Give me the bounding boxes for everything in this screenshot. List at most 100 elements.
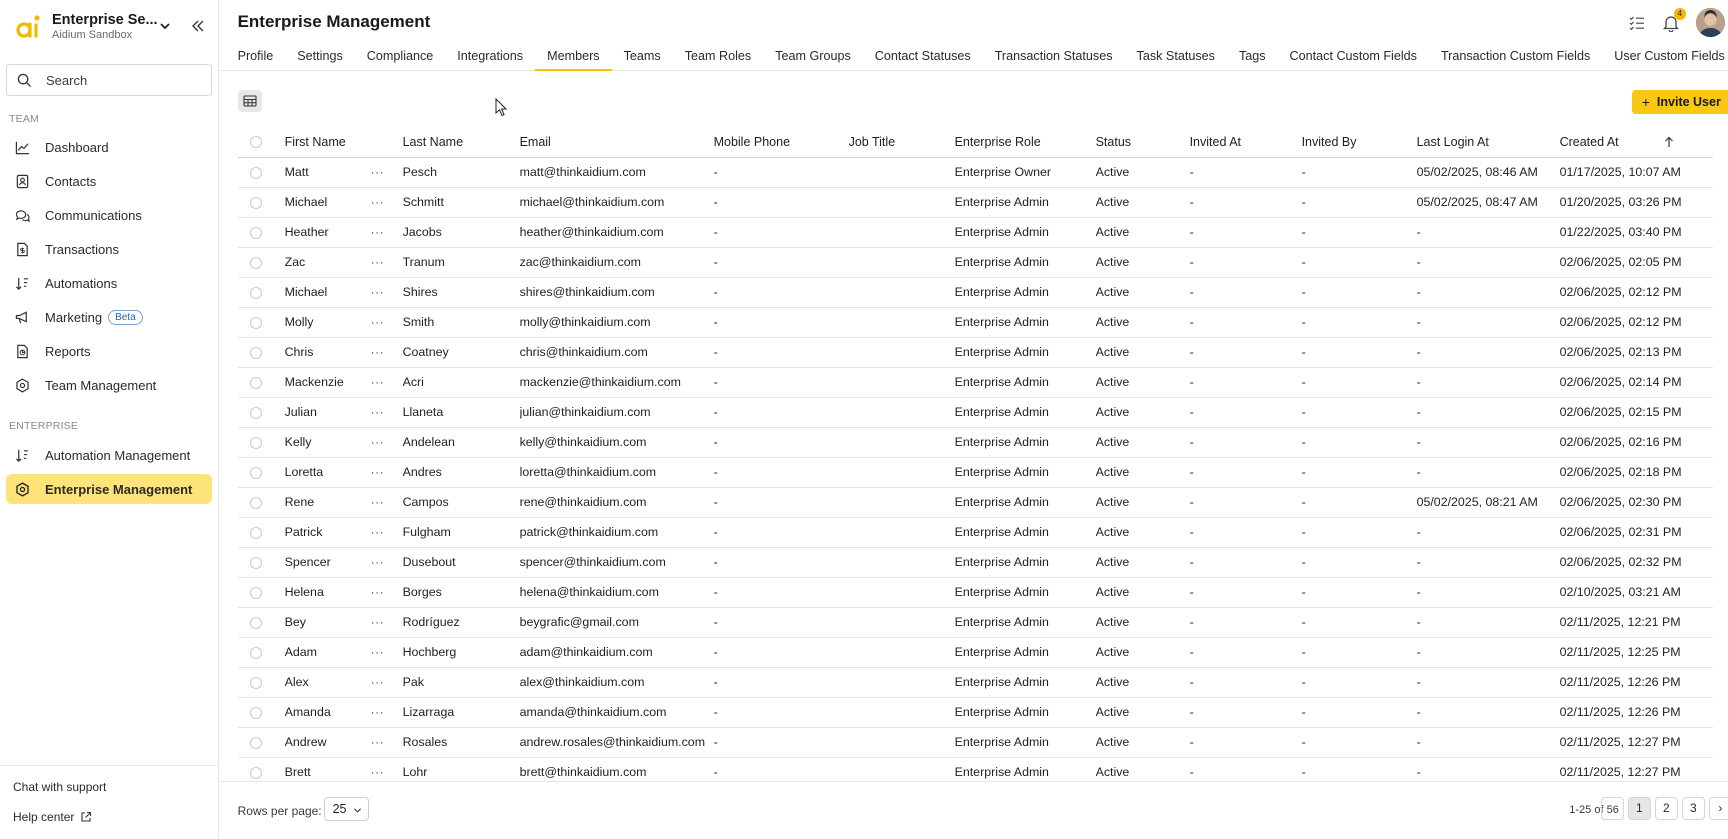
tab-team-roles[interactable]: Team Roles (685, 43, 752, 71)
row-menu-button[interactable]: ··· (370, 757, 403, 781)
row-checkbox[interactable] (249, 736, 262, 749)
row-checkbox[interactable] (249, 616, 262, 629)
tab-contact-statuses[interactable]: Contact Statuses (875, 43, 971, 71)
page-button-1[interactable]: 1 (1627, 797, 1651, 820)
column-header-created-at[interactable]: Created At (1559, 127, 1713, 158)
user-avatar[interactable] (1695, 8, 1725, 37)
tab-task-statuses[interactable]: Task Statuses (1137, 43, 1215, 71)
row-menu-button[interactable]: ··· (370, 307, 403, 338)
row-menu-button[interactable]: ··· (370, 157, 403, 188)
row-menu-button[interactable]: ··· (370, 457, 403, 488)
row-menu-button[interactable]: ··· (370, 637, 403, 668)
tab-transaction-statuses[interactable]: Transaction Statuses (995, 43, 1113, 71)
row-checkbox[interactable] (249, 706, 262, 719)
page-button-2[interactable]: 2 (1654, 797, 1678, 820)
table-row[interactable]: Bey ··· Rodríguez beygrafic@gmail.com - Enter… (237, 607, 1713, 638)
column-header[interactable]: Status (1095, 127, 1190, 158)
select-all-checkbox[interactable] (249, 136, 262, 149)
row-checkbox[interactable] (249, 406, 262, 419)
tab-team-groups[interactable]: Team Groups (775, 43, 851, 71)
table-row[interactable]: Michael ··· Shires shires@thinkaidium.com - E… (237, 277, 1713, 308)
table-row[interactable]: Matt ··· Pesch matt@thinkaidium.com - Enterpr… (237, 157, 1713, 188)
row-menu-button[interactable]: ··· (370, 727, 403, 758)
table-row[interactable]: Mackenzie ··· Acri mackenzie@thinkaidium.co… (237, 367, 1713, 398)
sidebar-item-communications[interactable]: Communications (6, 200, 212, 230)
column-header[interactable]: Invited At (1189, 127, 1302, 158)
table-row[interactable]: Kelly ··· Andelean kelly@thinkaidium.com - En… (237, 427, 1713, 458)
tab-contact-custom-fields[interactable]: Contact Custom Fields (1290, 43, 1417, 71)
search-input[interactable]: Search (6, 64, 212, 96)
sidebar-item-transactions[interactable]: Transactions (6, 234, 212, 264)
column-header[interactable]: Last Name (402, 127, 520, 158)
chevron-down-icon[interactable] (158, 19, 172, 33)
table-row[interactable]: Loretta ··· Andres loretta@thinkaidium.com -… (237, 457, 1713, 488)
row-menu-button[interactable]: ··· (370, 427, 403, 458)
chat-with-support-link[interactable]: Chat with support (0, 772, 218, 802)
tab-user-custom-fields[interactable]: User Custom Fields (1614, 43, 1725, 71)
tab-profile[interactable]: Profile (238, 43, 274, 71)
column-header[interactable]: Job Title (848, 127, 955, 158)
row-menu-button[interactable]: ··· (370, 577, 403, 608)
column-header[interactable]: Email (519, 127, 714, 158)
table-row[interactable]: Brett ··· Lohr brett@thinkaidium.com - Enterp… (237, 757, 1713, 781)
row-menu-button[interactable]: ··· (370, 667, 403, 698)
table-row[interactable]: Rene ··· Campos rene@thinkaidium.com - Enterp… (237, 487, 1713, 518)
sort-ascending-icon[interactable] (1663, 136, 1675, 148)
row-checkbox[interactable] (249, 526, 262, 539)
sidebar-item-reports[interactable]: Reports (6, 336, 212, 366)
row-menu-button[interactable]: ··· (370, 697, 403, 728)
column-settings-button[interactable] (237, 90, 262, 112)
row-checkbox[interactable] (249, 496, 262, 509)
row-checkbox[interactable] (249, 256, 262, 269)
next-page-button[interactable]: › (1708, 797, 1728, 820)
tab-transaction-custom-fields[interactable]: Transaction Custom Fields (1441, 43, 1590, 71)
table-row[interactable]: Andrew ··· Rosales andrew.rosales@thinkaidi… (237, 727, 1713, 758)
row-menu-button[interactable]: ··· (370, 187, 403, 218)
column-header[interactable]: First Name (284, 127, 371, 158)
sidebar-item-marketing[interactable]: Marketing Beta (6, 302, 212, 332)
table-row[interactable]: Helena ··· Borges helena@thinkaidium.com - En… (237, 577, 1713, 608)
table-row[interactable]: Alex ··· Pak alex@thinkaidium.com - Enterpris… (237, 667, 1713, 698)
page-button-3[interactable]: 3 (1681, 797, 1705, 820)
row-checkbox[interactable] (249, 646, 262, 659)
sidebar-item-automations[interactable]: Automations (6, 268, 212, 298)
row-menu-button[interactable]: ··· (370, 367, 403, 398)
row-menu-button[interactable]: ··· (370, 397, 403, 428)
workspace-switcher[interactable]: Enterprise Se... Aidium Sandbox (0, 0, 218, 52)
row-menu-button[interactable]: ··· (370, 337, 403, 368)
tab-compliance[interactable]: Compliance (367, 43, 434, 71)
table-row[interactable]: Julian ··· Llaneta julian@thinkaidium.com - E… (237, 397, 1713, 428)
row-checkbox[interactable] (249, 376, 262, 389)
row-checkbox[interactable] (249, 676, 262, 689)
table-row[interactable]: Chris ··· Coatney chris@thinkaidium.com - Ent… (237, 337, 1713, 368)
table-row[interactable]: Amanda ··· Lizarraga amanda@thinkaidium.com… (237, 697, 1713, 728)
table-row[interactable]: Heather ··· Jacobs heather@thinkaidium.com -… (237, 217, 1713, 248)
invite-user-button[interactable]: + Invite User (1631, 90, 1728, 114)
table-row[interactable]: Michael ··· Schmitt michael@thinkaidium.com… (237, 187, 1713, 218)
tab-members[interactable]: Members (535, 43, 612, 71)
sidebar-item-team-management[interactable]: Team Management (6, 370, 212, 400)
row-checkbox[interactable] (249, 586, 262, 599)
row-checkbox[interactable] (249, 286, 262, 299)
column-header[interactable]: Enterprise Role (954, 127, 1096, 158)
row-menu-button[interactable]: ··· (370, 487, 403, 518)
table-row[interactable]: Spencer ··· Dusebout spencer@thinkaidium.co… (237, 547, 1713, 578)
table-row[interactable]: Patrick ··· Fulgham patrick@thinkaidium.com… (237, 517, 1713, 548)
row-menu-button[interactable]: ··· (370, 547, 403, 578)
tab-teams[interactable]: Teams (624, 43, 661, 71)
table-row[interactable]: Adam ··· Hochberg adam@thinkaidium.com - Ente… (237, 637, 1713, 668)
sidebar-item-dashboard[interactable]: Dashboard (6, 132, 212, 162)
row-menu-button[interactable]: ··· (370, 517, 403, 548)
row-menu-button[interactable]: ··· (370, 277, 403, 308)
tab-tags[interactable]: Tags (1239, 43, 1266, 71)
checklist-icon[interactable] (1628, 14, 1646, 32)
row-checkbox[interactable] (249, 226, 262, 239)
help-center-link[interactable]: Help center (0, 802, 218, 832)
sidebar-item-enterprise-management[interactable]: Enterprise Management (6, 474, 212, 504)
column-header[interactable]: Last Login At (1416, 127, 1560, 158)
row-menu-button[interactable]: ··· (370, 247, 403, 278)
row-checkbox[interactable] (249, 436, 262, 449)
table-row[interactable]: Molly ··· Smith molly@thinkaidium.com - Enter… (237, 307, 1713, 338)
tab-integrations[interactable]: Integrations (457, 43, 523, 71)
rows-per-page-select[interactable]: 25 (323, 797, 369, 821)
